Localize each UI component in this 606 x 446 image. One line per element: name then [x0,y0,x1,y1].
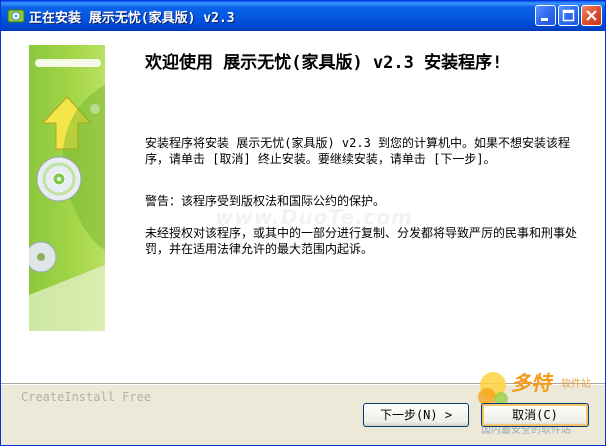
close-button[interactable] [581,5,602,26]
installer-banner-panel [25,45,105,331]
close-icon [586,10,597,21]
maximize-icon [562,9,575,22]
maximize-button[interactable] [558,5,579,26]
duote-logo-text: 多特 [511,371,551,395]
installer-window: 正在安装 展示无忧(家具版) v2.3 欢迎使用 展示无忧(家具版) v2.3 … [0,0,606,446]
legal-notice: 未经授权对该程序，或其中的一部分进行复制、分发都将导致严厉的民事和刑事处罚，并在… [145,226,578,256]
cancel-button[interactable]: 取消(C) [481,403,589,427]
duote-logo-sub: 软件站 [561,379,591,390]
installer-brand: CreateInstall Free [21,390,152,404]
welcome-page: 欢迎使用 展示无忧(家具版) v2.3 安装程序! www.DuoTe.com … [1,31,605,383]
next-button[interactable]: 下一步(N) > [363,403,469,427]
installer-app-icon [7,9,25,23]
copyright-warning: 警告：该程序受到版权法和国际公约的保护。 [145,194,386,208]
install-graphic-icon [25,59,105,331]
title-bar[interactable]: 正在安装 展示无忧(家具版) v2.3 [1,1,605,31]
window-title: 正在安装 展示无忧(家具版) v2.3 [29,11,235,26]
minimize-icon [541,18,548,21]
minimize-button[interactable] [535,5,556,26]
welcome-heading: 欢迎使用 展示无忧(家具版) v2.3 安装程序! [145,53,503,73]
install-description: 安装程序将安装 展示无忧(家具版) v2.3 到您的计算机中。如果不想安装该程序… [145,136,571,166]
